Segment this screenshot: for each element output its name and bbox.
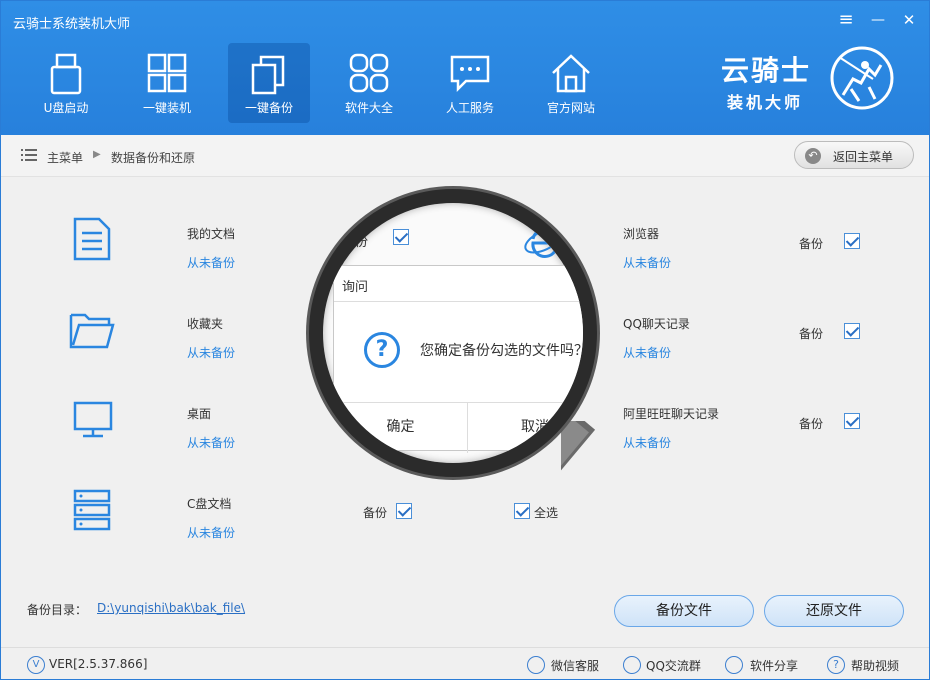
magnifier-handle-icon	[561, 421, 596, 476]
item-name-aliwangwang-chat: 阿里旺旺聊天记录	[623, 407, 720, 421]
select-all-checkbox[interactable]	[514, 503, 530, 519]
apps-grid-icon	[349, 53, 389, 93]
nav-label: 一键备份	[244, 101, 293, 115]
windows-logo-icon	[147, 53, 187, 93]
chat-bubble-icon	[450, 55, 490, 93]
footer-link-share[interactable]: 软件分享	[750, 657, 798, 674]
nav-label: U盘启动	[43, 101, 89, 115]
folder-icon	[69, 313, 115, 349]
dialog-title: 询问	[342, 280, 369, 295]
brand-logo: 云骑士 装机大师	[721, 46, 901, 119]
nav-usb-boot[interactable]: U盘启动	[25, 43, 107, 123]
footer-link-wechat[interactable]: 微信客服	[551, 657, 599, 674]
dialog-ok-button[interactable]: 确定	[334, 403, 468, 453]
dialog-button-bar: 确定 取消	[334, 402, 583, 453]
select-all-label: 全选	[534, 506, 559, 520]
question-icon: ?	[364, 332, 400, 368]
server-rack-icon	[73, 489, 111, 531]
item-name-c-drive-docs: C盘文档	[187, 497, 232, 511]
aliwangwang-backup-checkbox[interactable]	[844, 413, 860, 429]
document-icon	[73, 217, 111, 261]
home-icon	[552, 54, 590, 93]
copy-icon	[251, 55, 285, 95]
c-drive-backup-label: 备份	[363, 506, 388, 520]
help-icon: ?	[827, 656, 845, 674]
nav-one-click-install[interactable]: 一键装机	[126, 43, 208, 123]
nav-support[interactable]: 人工服务	[429, 43, 511, 123]
nav-software[interactable]: 软件大全	[328, 43, 410, 123]
usb-drive-icon	[50, 53, 82, 95]
footer-link-help-video[interactable]: 帮助视频	[851, 657, 899, 674]
close-button[interactable]: ✕	[898, 9, 920, 31]
breadcrumb-current: 数据备份和还原	[111, 151, 196, 165]
version-icon: V	[27, 656, 45, 674]
header-bar: 云骑士系统装机大师 ≡ — ✕ U盘启动 一键装机 一键备份 软件大全 人工服务…	[1, 1, 929, 135]
item-name-qq-chat: QQ聊天记录	[623, 317, 690, 331]
back-button-label: 返回主菜单	[833, 150, 894, 164]
wechat-icon	[527, 656, 545, 674]
nav-label: 软件大全	[344, 101, 393, 115]
knight-logo-icon	[830, 46, 894, 110]
item-name-desktop: 桌面	[187, 407, 212, 421]
window-title: 云骑士系统装机大师	[13, 17, 131, 32]
documents-backup-checkbox[interactable]	[393, 229, 409, 245]
breadcrumb-root[interactable]: 主菜单	[47, 149, 83, 166]
minimize-button[interactable]: —	[867, 9, 889, 31]
item-name-favorites: 收藏夹	[187, 317, 224, 331]
item-name-browser: 浏览器	[623, 227, 660, 241]
nav-label: 官方网站	[546, 101, 595, 115]
item-status: 从未备份	[623, 256, 672, 270]
app-window: 云骑士系统装机大师 ≡ — ✕ U盘启动 一键装机 一键备份 软件大全 人工服务…	[0, 0, 930, 680]
backup-dir-label: 备份目录：	[27, 603, 88, 617]
menu-icon[interactable]: ≡	[835, 9, 857, 31]
item-status: 从未备份	[187, 526, 236, 540]
back-arrow-icon: ↶	[805, 148, 821, 164]
dialog-cancel-button[interactable]: 取消	[468, 403, 583, 453]
item-name-my-documents: 我的文档	[187, 227, 236, 241]
restore-files-button[interactable]: 还原文件	[764, 595, 904, 627]
browser-backup-checkbox[interactable]	[844, 233, 860, 249]
c-drive-backup-checkbox[interactable]	[396, 503, 412, 519]
backup-label: 备份	[799, 417, 824, 431]
version-text: VER[2.5.37.866]	[49, 657, 148, 671]
footer-bar: V VER[2.5.37.866] 微信客服 QQ交流群 软件分享 ? 帮助视频	[1, 647, 929, 679]
nav-label: 一键装机	[142, 101, 191, 115]
item-status: 从未备份	[187, 256, 236, 270]
item-status: 从未备份	[187, 436, 236, 450]
breadcrumb: 主菜单 ▶ 数据备份和还原	[1, 135, 929, 177]
monitor-icon	[73, 401, 113, 438]
backup-label: 备份	[799, 327, 824, 341]
footer-link-qq-group[interactable]: QQ交流群	[646, 657, 701, 674]
list-icon	[21, 149, 37, 161]
logo-line2: 装机大师	[727, 93, 804, 112]
share-icon	[725, 656, 743, 674]
nav-one-click-backup[interactable]: 一键备份	[228, 43, 310, 123]
backup-dir-link[interactable]: D:\yunqishi\bak\bak_file\	[97, 601, 245, 615]
chevron-right-icon: ▶	[93, 149, 101, 160]
nav-website[interactable]: 官方网站	[530, 43, 612, 123]
dialog-titlebar: 询问	[334, 266, 583, 302]
logo-line1: 云骑士	[721, 54, 812, 87]
qq-backup-checkbox[interactable]	[844, 323, 860, 339]
backup-label-fragment: 份	[355, 235, 369, 250]
item-status: 从未备份	[623, 346, 672, 360]
magnifier-lens: 份 询问 ? 您确定备份勾选的文件吗？ 确定 取消	[309, 189, 597, 477]
nav-label: 人工服务	[445, 101, 494, 115]
confirm-dialog: 询问 ? 您确定备份勾选的文件吗？ 确定 取消	[333, 265, 588, 453]
dialog-message: 您确定备份勾选的文件吗？	[420, 343, 588, 359]
back-to-main-button[interactable]: ↶ 返回主菜单	[794, 141, 914, 169]
qq-icon	[623, 656, 641, 674]
backup-label: 备份	[799, 237, 824, 251]
item-status: 从未备份	[187, 346, 236, 360]
ie-browser-icon	[524, 227, 562, 258]
